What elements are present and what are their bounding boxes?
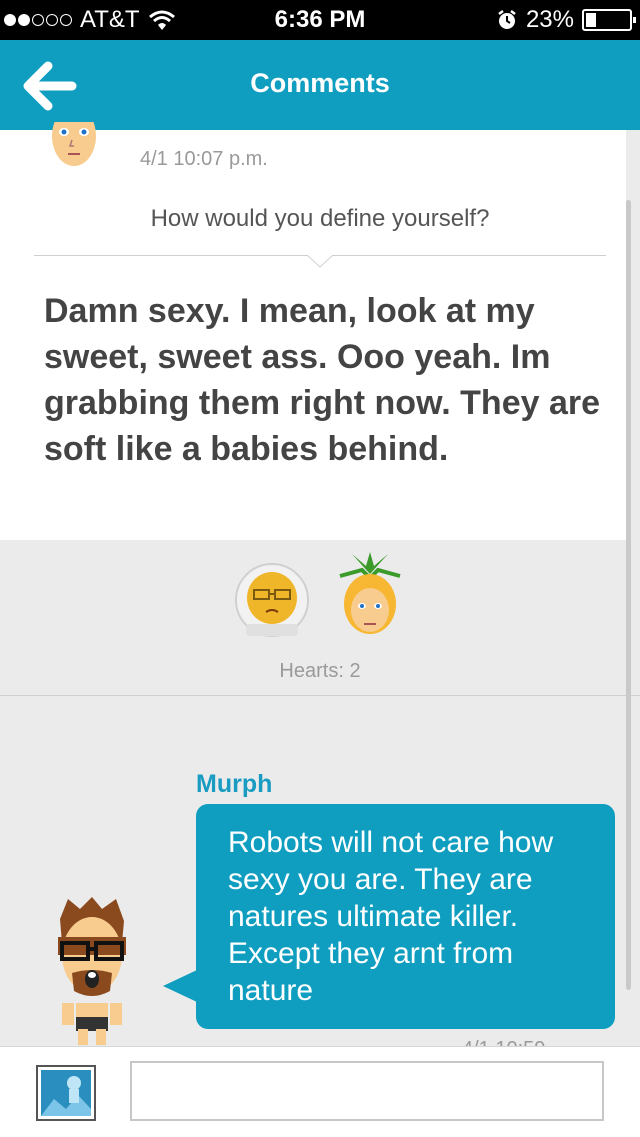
- status-bar: AT&T 6:36 PM 23%: [0, 0, 640, 40]
- battery-group: 23%: [496, 6, 636, 34]
- comment-author[interactable]: Murph: [196, 770, 272, 799]
- bubble-tail: [163, 970, 197, 1002]
- page-title: Comments: [250, 68, 390, 98]
- alarm-icon: [498, 10, 516, 29]
- hearts-section: Hearts: 2: [0, 540, 640, 696]
- compose-footer: [0, 1046, 640, 1137]
- commenter-avatar[interactable]: [50, 895, 134, 1045]
- poster-avatar[interactable]: [44, 122, 104, 174]
- pineapple-avatar[interactable]: [332, 552, 408, 638]
- comment-text: Robots will not care how sexy you are. T…: [228, 826, 554, 1007]
- post-timestamp: 4/1 10:07 p.m.: [140, 148, 268, 170]
- astronaut-avatar[interactable]: [232, 558, 312, 638]
- hearts-count: Hearts: 2: [279, 660, 361, 682]
- divider-notch: [307, 255, 333, 268]
- comment-bubble: Robots will not care how sexy you are. T…: [196, 804, 615, 1029]
- battery-icon: [582, 9, 636, 31]
- nav-header: Comments: [0, 40, 640, 130]
- post-question: How would you define yourself?: [150, 205, 490, 232]
- picture-icon[interactable]: [36, 1065, 96, 1121]
- battery-percent: 23%: [525, 6, 574, 33]
- comment-timestamp: 4/1 10:59: [462, 1038, 545, 1046]
- comment-input[interactable]: [130, 1061, 604, 1121]
- post-answer: Damn sexy. I mean, look at my sweet, swe…: [44, 292, 601, 468]
- scrollbar[interactable]: [626, 200, 631, 990]
